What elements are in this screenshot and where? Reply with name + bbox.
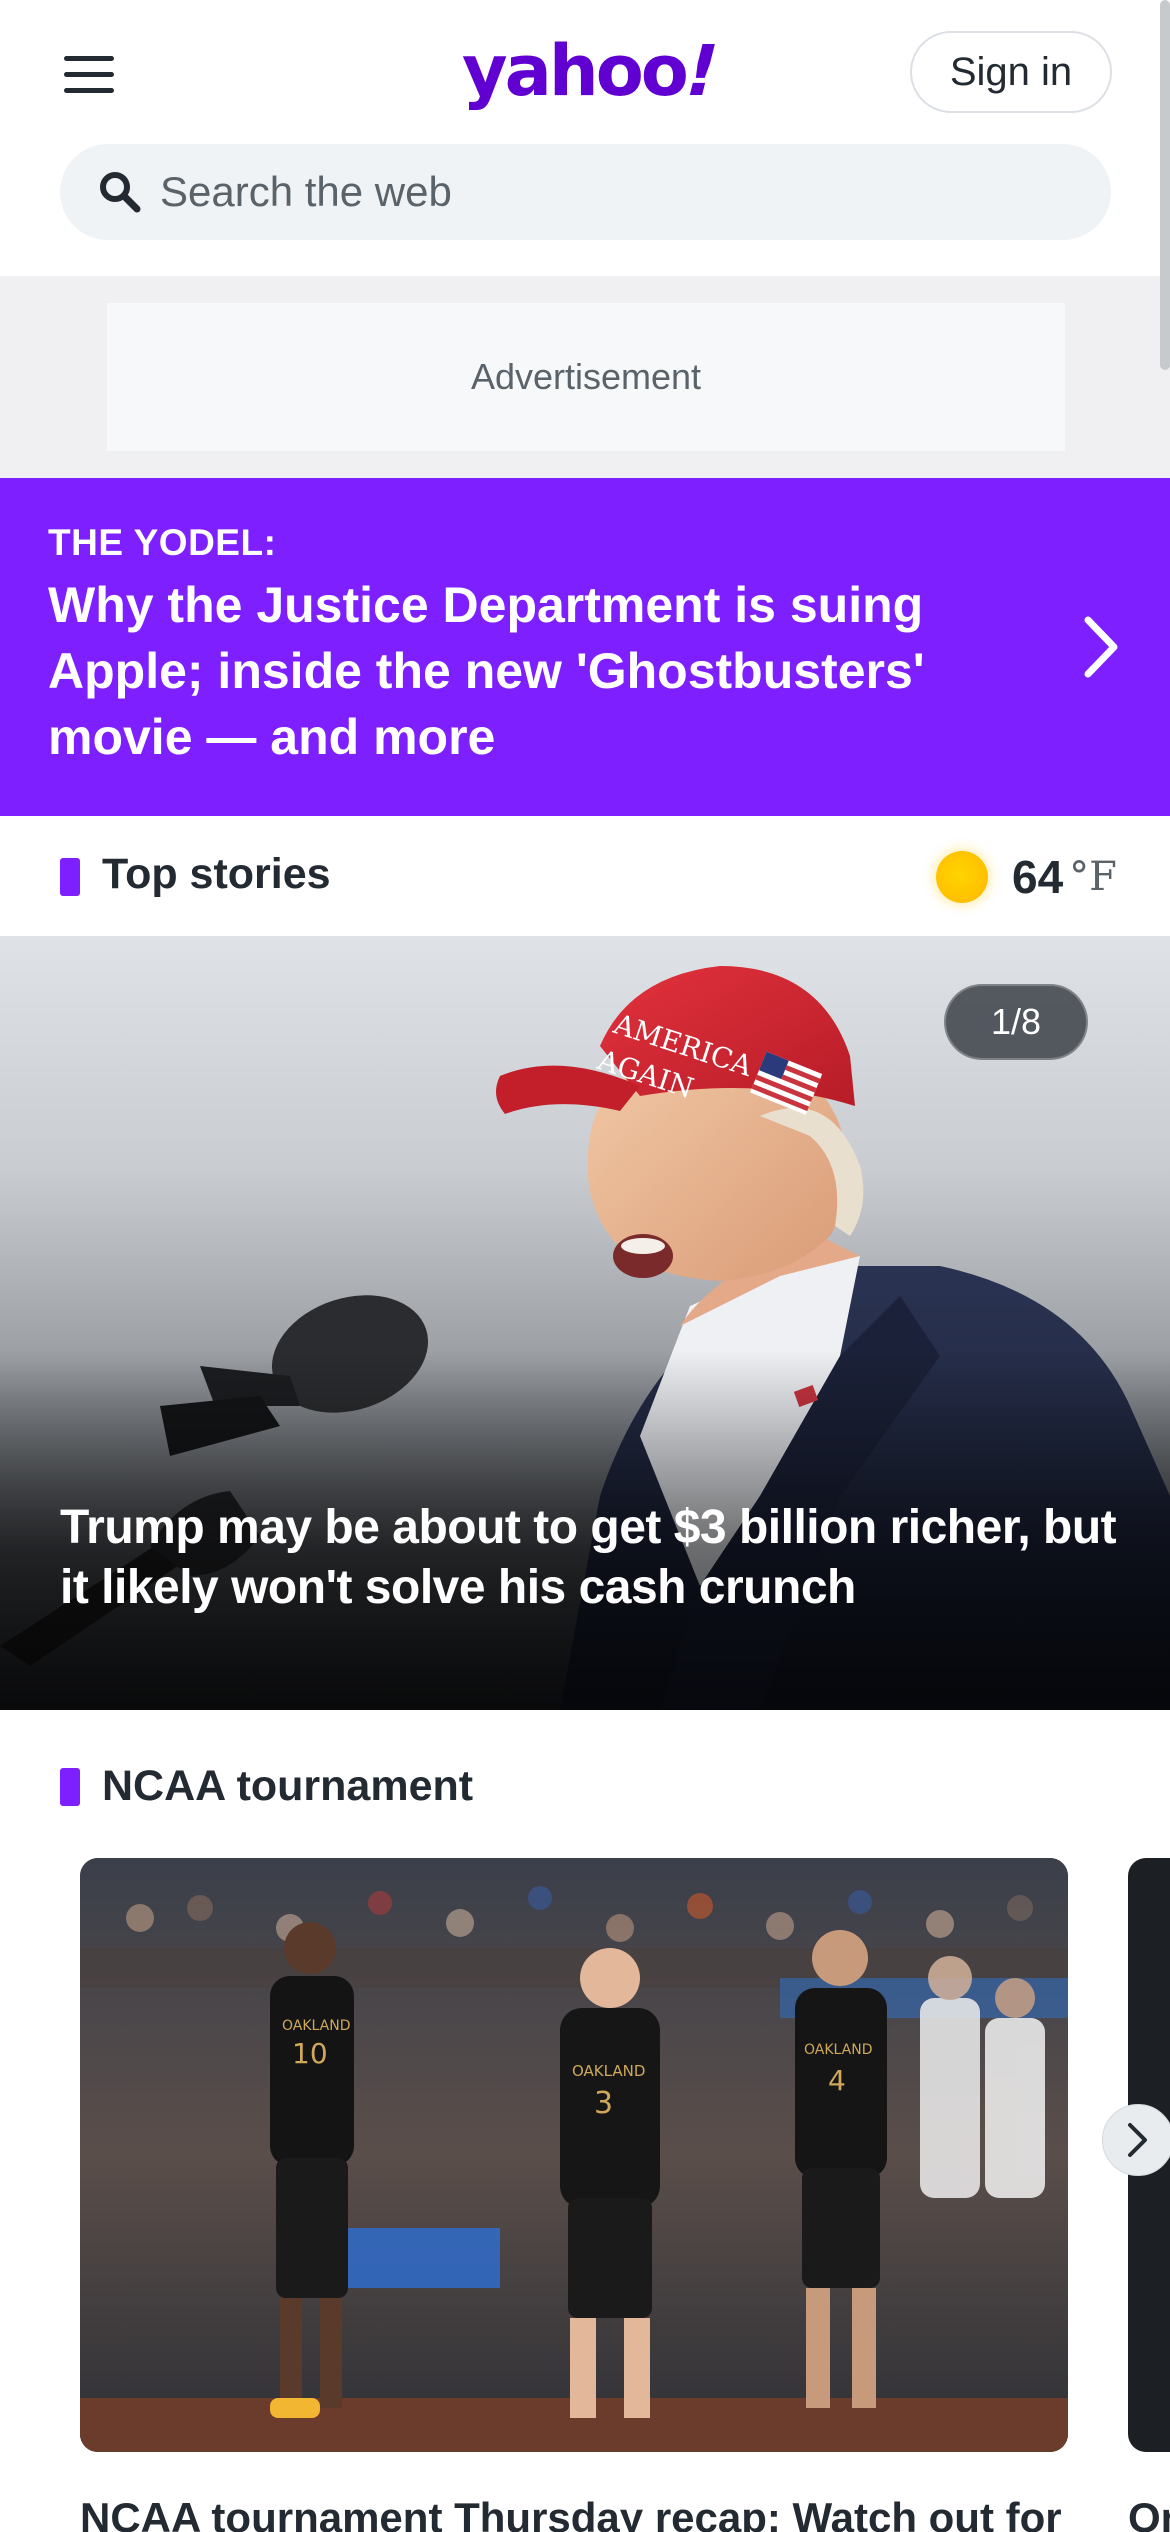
section-accent-bar — [60, 1768, 80, 1806]
search-icon[interactable] — [96, 168, 144, 216]
hero-headline[interactable]: Trump may be about to get $3 billion ric… — [60, 1498, 1140, 1618]
jersey-number-2: 3 — [594, 2086, 613, 2121]
yahoo-logo[interactable]: yahoo! — [462, 26, 725, 116]
yodel-banner[interactable]: THE YODEL: Why the Justice Department is… — [0, 478, 1170, 816]
sun-icon — [936, 851, 988, 903]
hero-story[interactable]: AMERICA AGAIN 1/8 Trump may be about to … — [0, 936, 1170, 1710]
next-card-title[interactable]: Or — [1128, 2494, 1170, 2532]
jersey-text: OAKLAND — [282, 2018, 350, 2034]
ncaa-basketball-image: OAKLAND 10 OAKLAND 3 OAKLAND 4 — [80, 1858, 1068, 2452]
hamburger-menu-icon[interactable] — [62, 52, 118, 98]
weather-widget[interactable]: 64 °F — [936, 850, 1117, 904]
yodel-title[interactable]: Why the Justice Department is suing Appl… — [48, 572, 978, 770]
jersey-number-3: 4 — [828, 2064, 846, 2097]
jersey-text: OAKLAND — [804, 2042, 872, 2058]
search-bar[interactable] — [60, 144, 1111, 240]
advertisement-label: Advertisement — [106, 302, 1066, 452]
yodel-kicker: THE YODEL: — [48, 522, 277, 563]
slide-counter: 1/8 — [944, 984, 1088, 1060]
ncaa-title: NCAA tournament — [102, 1762, 474, 1810]
ncaa-card-image[interactable]: OAKLAND 10 OAKLAND 3 OAKLAND 4 — [80, 1858, 1068, 2452]
page-scrollbar[interactable] — [1160, 0, 1170, 370]
ad-band: Advertisement — [0, 276, 1170, 478]
ncaa-card-title[interactable]: NCAA tournament Thursday recap: Watch ou… — [80, 2494, 1080, 2532]
temperature-value: 64 — [1012, 851, 1064, 903]
section-accent-bar — [60, 858, 80, 896]
jersey-number-1: 10 — [292, 2037, 328, 2070]
jersey-text: OAKLAND — [572, 2062, 645, 2080]
top-stories-title: Top stories — [102, 850, 331, 898]
ncaa-header: NCAA tournament — [0, 1710, 1170, 1830]
chevron-right-icon — [1128, 2123, 1147, 2157]
temperature-unit: °F — [1069, 854, 1117, 900]
top-stories-header: Top stories 64 °F — [0, 816, 1170, 936]
search-input[interactable] — [160, 144, 1060, 240]
chevron-right-icon[interactable] — [1082, 614, 1122, 680]
sign-in-button[interactable]: Sign in — [910, 31, 1112, 113]
header: yahoo! Sign in — [0, 0, 1170, 276]
carousel-next-button[interactable] — [1102, 2104, 1170, 2176]
